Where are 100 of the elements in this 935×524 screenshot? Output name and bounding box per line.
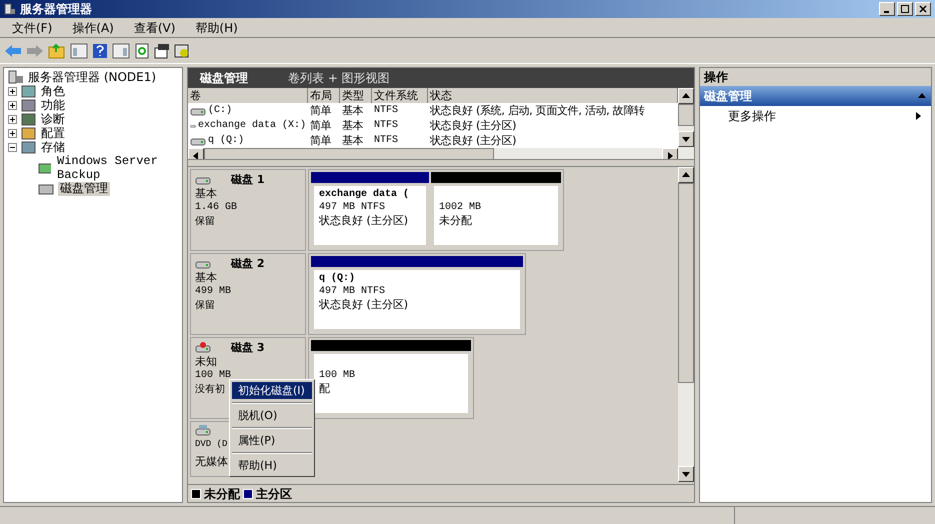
help-icon[interactable] <box>92 42 108 58</box>
partition-card[interactable]: exchange data ( 497 MB NTFS 状态良好 (主分区) <box>311 183 429 248</box>
disk-settings-icon[interactable] <box>174 42 190 58</box>
horizontal-scrollbar[interactable] <box>188 148 678 159</box>
partition-status: 未分配 <box>439 214 472 227</box>
disk-type: 未知 <box>195 355 217 369</box>
minimize-button[interactable] <box>879 2 895 16</box>
column-header[interactable]: 布局 <box>308 88 340 103</box>
tree-item[interactable]: 角色 <box>41 84 65 98</box>
expand-icon[interactable] <box>8 100 17 110</box>
partition-size: 497 MB NTFS <box>319 285 386 298</box>
scroll-arrow-button[interactable] <box>678 466 694 482</box>
refresh-icon[interactable] <box>134 42 150 58</box>
maximize-icon <box>901 5 909 13</box>
expand-icon[interactable] <box>8 128 17 138</box>
disk-size: 100 MB <box>195 369 232 383</box>
disk-type: 基本 <box>195 187 217 201</box>
close-icon <box>919 5 927 13</box>
disk-status: 没有初 <box>195 383 225 397</box>
vertical-scrollbar[interactable] <box>678 167 694 482</box>
tree-item[interactable]: 存储 <box>41 140 65 154</box>
arrow-icon[interactable] <box>681 91 691 101</box>
collapse-icon[interactable] <box>8 142 17 152</box>
arrow-icon[interactable] <box>191 151 201 159</box>
window-title: 服务器管理器 <box>20 1 92 18</box>
disk-label-card[interactable]: 磁盘 1 基本 1.46 GB 保留 <box>190 169 306 251</box>
tree-item[interactable]: 配置 <box>41 126 65 140</box>
disk-label-card[interactable]: 磁盘 2 基本 499 MB 保留 <box>190 253 306 335</box>
scroll-arrow-button[interactable] <box>678 167 694 183</box>
table-cell-text: q (Q:) <box>208 134 244 148</box>
partition-status: 状态良好 (主分区) <box>319 214 408 227</box>
properties-icon[interactable] <box>154 42 170 58</box>
server-icon <box>4 3 16 15</box>
tree-item[interactable]: Windows Server Backup <box>55 154 182 182</box>
pane-icon[interactable] <box>70 42 88 58</box>
column-header[interactable]: 类型 <box>340 88 372 103</box>
arrow-icon[interactable] <box>681 469 691 479</box>
menu-item[interactable]: 查看(V) <box>126 18 184 36</box>
tree-item[interactable]: 服务器管理器 (NODE1) <box>28 70 156 84</box>
expand-icon[interactable] <box>8 114 17 124</box>
tree-item[interactable]: 诊断 <box>41 112 65 126</box>
menu-item[interactable]: 帮助(H) <box>187 18 246 36</box>
table-cell: 状态良好 (主分区) <box>430 118 516 133</box>
close-button[interactable] <box>915 2 931 16</box>
partition-size: 100 MB <box>319 369 356 382</box>
partition-card[interactable]: 1002 MB 未分配 <box>431 183 561 248</box>
table-cell: 简单 <box>310 103 332 118</box>
disk-name: 磁盘 3 <box>231 341 264 355</box>
table-cell: 基本 <box>342 118 364 133</box>
arrow-icon[interactable] <box>681 170 691 180</box>
panel-title: 磁盘管理 <box>200 70 248 87</box>
disk-name: DVD (D <box>195 438 228 451</box>
table-cell-text: NTFS <box>374 119 398 133</box>
partition-status: 状态良好 (主分区) <box>319 298 408 311</box>
partition-card[interactable]: 100 MB 配 <box>311 351 471 416</box>
menu-item[interactable]: 文件(F) <box>4 18 60 36</box>
context-menu-item[interactable]: 属性(P) <box>232 432 312 449</box>
scroll-arrow-button[interactable] <box>678 131 694 147</box>
pane-icon[interactable] <box>112 42 130 58</box>
disk-size: 1.46 GB <box>195 201 238 215</box>
table-cell: 简单 <box>310 118 332 133</box>
view-label: 卷列表 + 图形视图 <box>288 70 390 87</box>
partition-card[interactable]: q (Q:) 497 MB NTFS 状态良好 (主分区) <box>311 267 523 332</box>
legend-label: 主分区 <box>256 486 292 502</box>
action-item[interactable]: 更多操作 <box>728 107 776 125</box>
vertical-scrollbar[interactable] <box>678 88 694 159</box>
table-cell-text: (C:) <box>208 104 232 118</box>
expand-icon[interactable] <box>8 86 17 96</box>
partition-name: exchange data ( <box>319 188 410 201</box>
disk-type: 基本 <box>195 271 217 285</box>
table-cell-text: NTFS <box>374 134 398 148</box>
disk-name: 磁盘 2 <box>231 257 264 271</box>
server-icon <box>8 70 24 84</box>
actions-title: 操作 <box>700 68 931 86</box>
disk-status: 保留 <box>195 215 215 229</box>
column-header[interactable]: 卷 <box>188 88 308 103</box>
context-menu-item[interactable]: 帮助(H) <box>232 457 312 474</box>
scroll-arrow-button[interactable] <box>678 88 694 104</box>
section-title: 磁盘管理 <box>704 88 752 105</box>
menu-item[interactable]: 操作(A) <box>64 18 122 36</box>
table-cell: 状态良好 (主分区) <box>430 133 516 148</box>
submenu-arrow-icon[interactable] <box>913 111 923 121</box>
disk-size: 499 MB <box>195 285 232 299</box>
table-cell-text: NTFS <box>374 104 398 118</box>
maximize-button[interactable] <box>897 2 913 16</box>
dvd-drive-icon <box>195 425 211 437</box>
column-header[interactable]: 文件系统 <box>372 88 428 103</box>
table-cell: 状态良好 (系统, 启动, 页面文件, 活动, 故障转 <box>430 103 645 118</box>
partition-size: 1002 MB <box>439 201 482 214</box>
table-cell: 基本 <box>342 133 364 148</box>
tree-item[interactable]: 功能 <box>41 98 65 112</box>
tree-item[interactable]: 磁盘管理 <box>58 182 110 196</box>
partition-name: q (Q:) <box>319 272 356 285</box>
context-menu-item[interactable]: 初始化磁盘(I) <box>232 382 312 399</box>
disk-name: 磁盘 1 <box>231 173 264 187</box>
legend-label: 未分配 <box>204 486 240 502</box>
disk-type: 无媒体 <box>195 455 228 469</box>
table-cell: 简单 <box>310 133 332 148</box>
collapse-icon[interactable] <box>917 91 927 101</box>
actions-section-header[interactable]: 磁盘管理 <box>700 86 931 106</box>
